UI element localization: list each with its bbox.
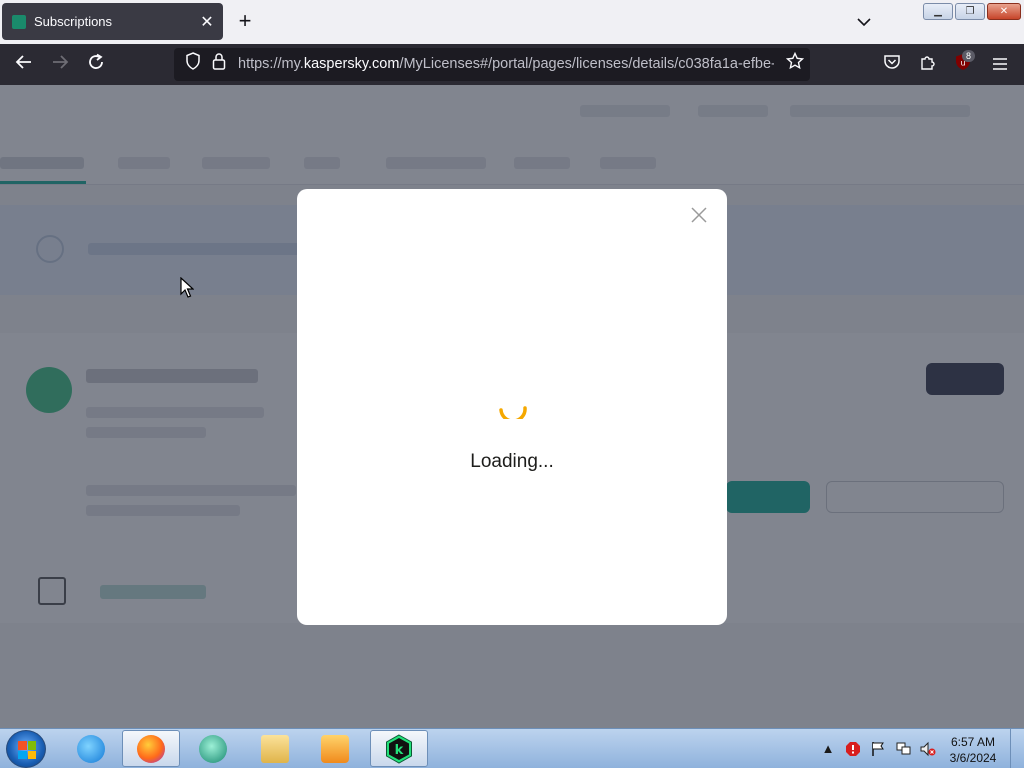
loading-text: Loading... [470, 451, 554, 472]
windows-logo-icon [18, 741, 36, 759]
minimize-button[interactable]: ▁ [923, 3, 953, 20]
extensions-puzzle-icon[interactable] [915, 52, 941, 78]
kaspersky-icon: k [386, 733, 412, 764]
firefox-icon [137, 734, 165, 763]
browser-navigation-bar: https://my.kaspersky.com/MyLicenses#/por… [0, 44, 1024, 85]
app-taskbar-button[interactable] [184, 730, 242, 767]
tracking-protection-shield-icon[interactable] [180, 51, 206, 77]
spinner-arc [499, 406, 527, 419]
internet-explorer-taskbar-button[interactable] [62, 730, 120, 767]
reload-icon[interactable] [83, 52, 109, 78]
browser-tab-strip: Subscriptions ✕ + ▁ ❐ ✕ [0, 0, 1024, 44]
firefox-taskbar-button[interactable] [122, 730, 180, 767]
url-text[interactable]: https://my.kaspersky.com/MyLicenses#/por… [238, 56, 774, 72]
media-player-taskbar-button[interactable] [306, 730, 364, 767]
internet-explorer-icon [77, 734, 105, 763]
network-icon[interactable] [895, 741, 911, 757]
close-tab-icon[interactable]: ✕ [195, 12, 219, 32]
loading-modal: Loading... [297, 189, 727, 625]
pocket-icon[interactable] [879, 52, 905, 78]
action-center-flag-icon[interactable] [870, 741, 886, 757]
restore-button[interactable]: ❐ [955, 3, 985, 20]
show-hidden-icons-chevron-icon[interactable]: ▲ [820, 741, 836, 757]
loading-spinner-icon [499, 406, 527, 419]
hamburger-menu-icon[interactable] [987, 52, 1013, 78]
list-all-tabs-chevron-icon[interactable] [852, 10, 876, 34]
back-arrow-icon[interactable] [11, 52, 37, 78]
mouse-cursor-icon [180, 277, 194, 298]
url-path: /MyLicenses#/portal/pages/licenses/detai… [399, 56, 774, 72]
close-window-button[interactable]: ✕ [987, 3, 1021, 20]
start-button[interactable] [6, 730, 46, 768]
security-alert-icon[interactable] [845, 741, 861, 757]
volume-muted-icon[interactable] [920, 741, 936, 757]
clock-time: 6:57 AM [950, 735, 996, 749]
system-tray: ▲ [820, 729, 936, 768]
windows-taskbar: k ▲ 6:57 AM 3/6/2024 [0, 728, 1024, 768]
show-desktop-button[interactable] [1010, 729, 1024, 768]
clock-date: 3/6/2024 [949, 751, 997, 765]
folder-icon [261, 734, 289, 763]
extension-count-badge: 8 [962, 50, 976, 62]
tab-title: Subscriptions [34, 14, 113, 29]
kaspersky-taskbar-button[interactable]: k [370, 730, 428, 767]
svg-text:k: k [395, 743, 404, 758]
lock-icon[interactable] [206, 51, 232, 77]
media-player-icon [321, 734, 349, 763]
file-explorer-taskbar-button[interactable] [246, 730, 304, 767]
new-tab-button[interactable]: + [233, 10, 257, 34]
address-bar[interactable]: https://my.kaspersky.com/MyLicenses#/por… [174, 48, 810, 81]
teal-app-icon [199, 734, 227, 763]
system-clock[interactable]: 6:57 AM 3/6/2024 [944, 734, 1002, 766]
close-icon[interactable] [689, 205, 709, 225]
kaspersky-favicon-icon [12, 14, 26, 29]
browser-tab-subscriptions[interactable]: Subscriptions ✕ [2, 3, 223, 40]
url-prefix: https://my. [238, 56, 304, 72]
forward-arrow-icon[interactable] [47, 52, 73, 78]
url-domain: kaspersky.com [303, 56, 400, 72]
window-controls: ▁ ❐ ✕ [923, 3, 1021, 20]
bookmark-star-icon[interactable] [782, 51, 808, 77]
